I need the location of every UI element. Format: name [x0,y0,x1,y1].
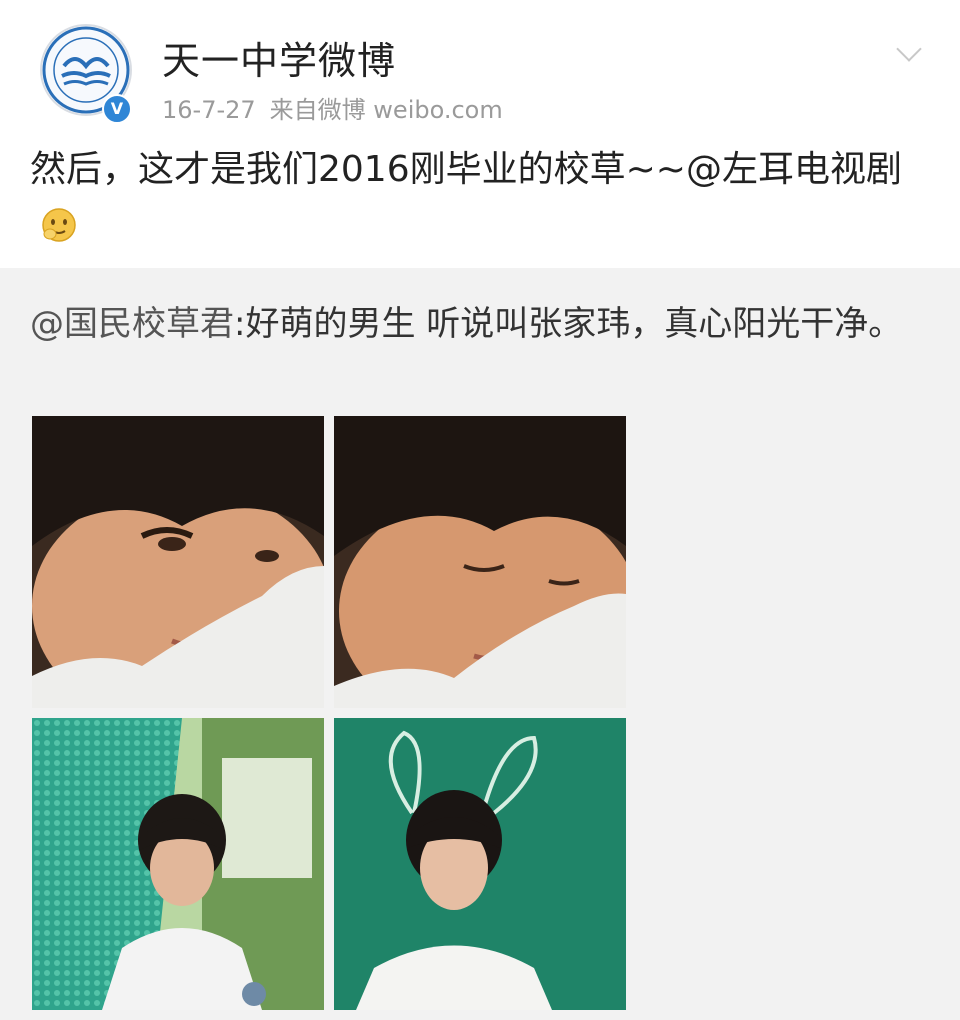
post-body: 然后，这才是我们2016刚毕业的校草~~@左耳电视剧 [30,142,930,254]
post-meta: 16-7-27 来自微博 weibo.com [162,90,517,125]
shy-face-emoji-icon [42,208,76,242]
retweet-text: @国民校草君:好萌的男生 听说叫张家玮，真心阳光干净。 [30,296,930,352]
photo-portrait-chalkboard-bunny-ears[interactable] [334,718,626,1010]
photo-portrait-green-fence[interactable] [32,718,324,1010]
photo-portrait-lying-eyes-closed[interactable] [334,416,626,708]
retweet-content: :好萌的男生 听说叫张家玮，真心阳光干净。 [234,304,903,344]
retweet-mention[interactable]: @国民校草君 [30,304,234,344]
post-header: V 天一中学微博 16-7-27 来自微博 weibo.com [0,0,960,130]
post-date: 16-7-27 [162,96,256,124]
retweet-card[interactable]: @国民校草君:好萌的男生 听说叫张家玮，真心阳光干净。 [0,268,960,1020]
photo-portrait-lying-eyes-open[interactable] [32,416,324,708]
chevron-down-icon[interactable] [896,36,922,62]
verified-badge-icon: V [102,94,132,124]
account-name[interactable]: 天一中学微博 [162,30,396,85]
post-source[interactable]: 来自微博 weibo.com [270,96,503,124]
post-text: 然后，这才是我们2016刚毕业的校草~~@左耳电视剧 [30,149,902,190]
